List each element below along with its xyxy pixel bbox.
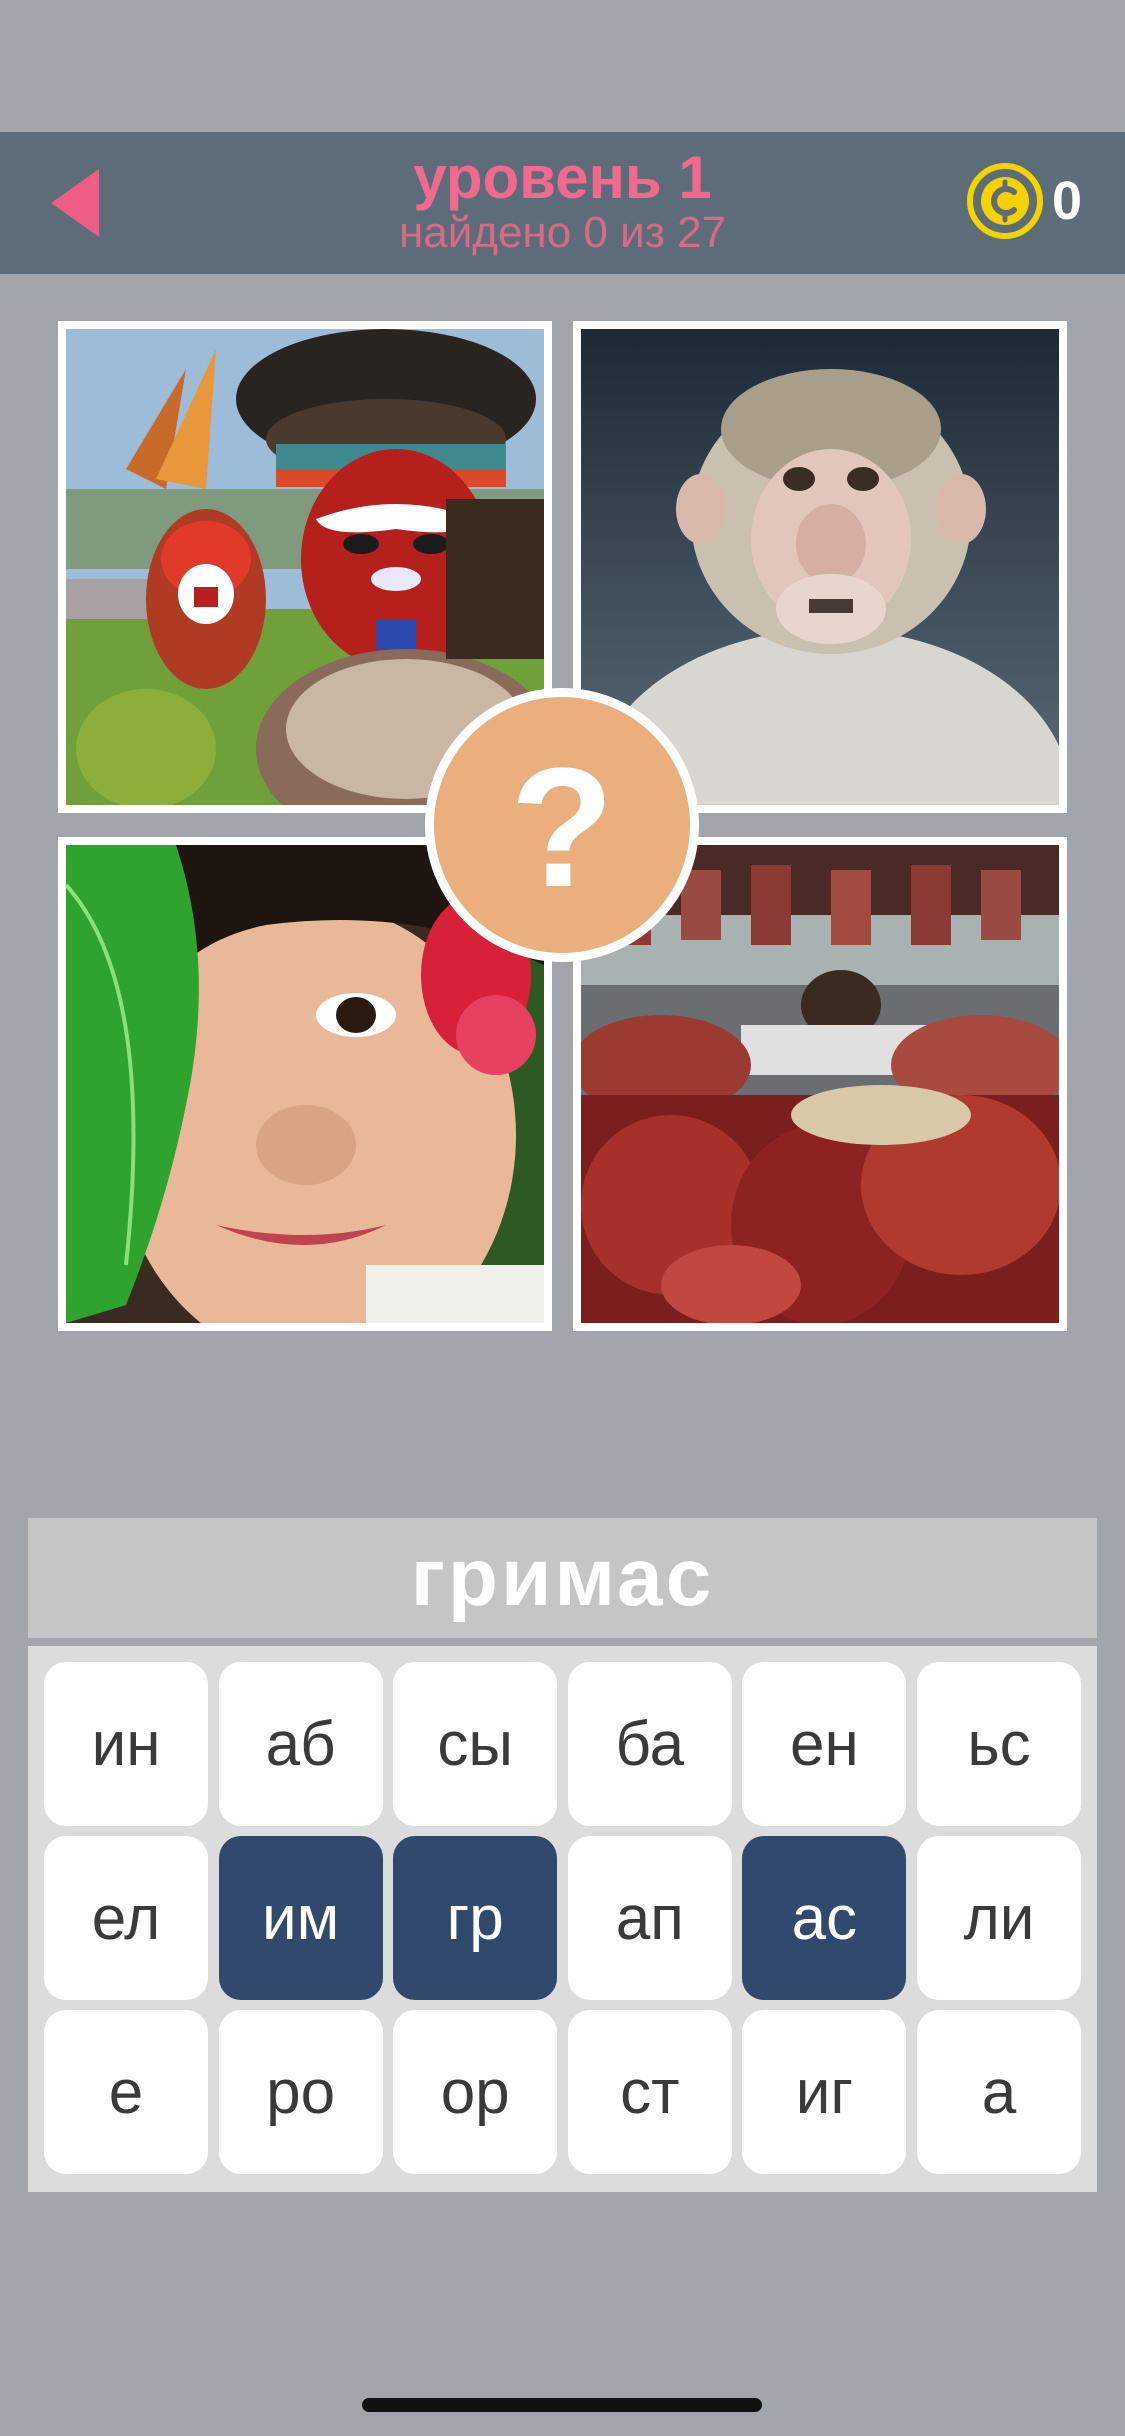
question-mark-icon: ? (510, 733, 614, 923)
syllable-key[interactable]: е (44, 2010, 208, 2174)
hint-button[interactable]: ? (425, 688, 699, 962)
top-bar: уровень 1 найдено 0 из 27 0 (0, 132, 1125, 274)
syllable-key-used[interactable]: им (218, 1836, 383, 2000)
syllable-key[interactable]: ап (567, 1836, 732, 2000)
syllable-key[interactable]: ьс (916, 1662, 1081, 1826)
syllable-key[interactable]: ен (742, 1662, 907, 1826)
coin-icon (967, 163, 1043, 239)
keyboard-row: ел им гр ап ас ли (44, 1836, 1081, 2000)
found-counter: найдено 0 из 27 (398, 208, 727, 257)
syllable-key[interactable]: ел (44, 1836, 208, 2000)
home-indicator[interactable] (362, 2398, 762, 2412)
syllable-key[interactable]: ли (916, 1836, 1081, 2000)
coin-count: 0 (1052, 171, 1083, 231)
level-title: уровень 1 (413, 144, 712, 211)
syllable-key[interactable]: ро (218, 2010, 383, 2174)
syllable-key-used[interactable]: гр (393, 1836, 558, 2000)
answer-text: гримас (410, 1532, 715, 1623)
syllable-key[interactable]: ор (393, 2010, 558, 2174)
syllable-keyboard: ин аб сы ба ен ьс ел им гр ап ас ли е ро… (28, 1646, 1097, 2192)
keyboard-row: ин аб сы ба ен ьс (44, 1662, 1081, 1826)
syllable-key[interactable]: ба (567, 1662, 732, 1826)
syllable-key[interactable]: ст (567, 2010, 732, 2174)
syllable-key[interactable]: ин (44, 1662, 208, 1826)
syllable-key[interactable]: сы (393, 1662, 558, 1826)
syllable-key[interactable]: иг (742, 2010, 907, 2174)
syllable-key[interactable]: а (916, 2010, 1081, 2174)
keyboard-row: е ро ор ст иг а (44, 2010, 1081, 2174)
syllable-key[interactable]: аб (218, 1662, 383, 1826)
answer-bar[interactable]: гримас (28, 1518, 1097, 1638)
syllable-key-used[interactable]: ас (742, 1836, 907, 2000)
